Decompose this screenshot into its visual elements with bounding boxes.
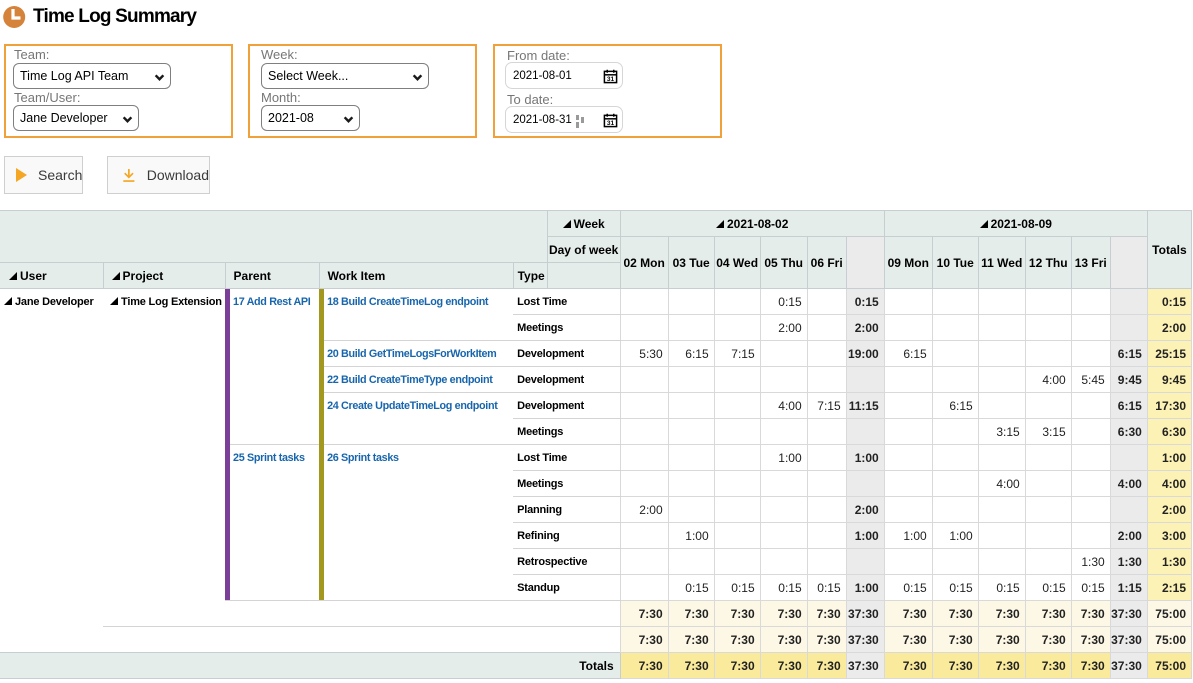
svg-text:31: 31	[607, 76, 615, 83]
svg-text:31: 31	[607, 120, 615, 127]
